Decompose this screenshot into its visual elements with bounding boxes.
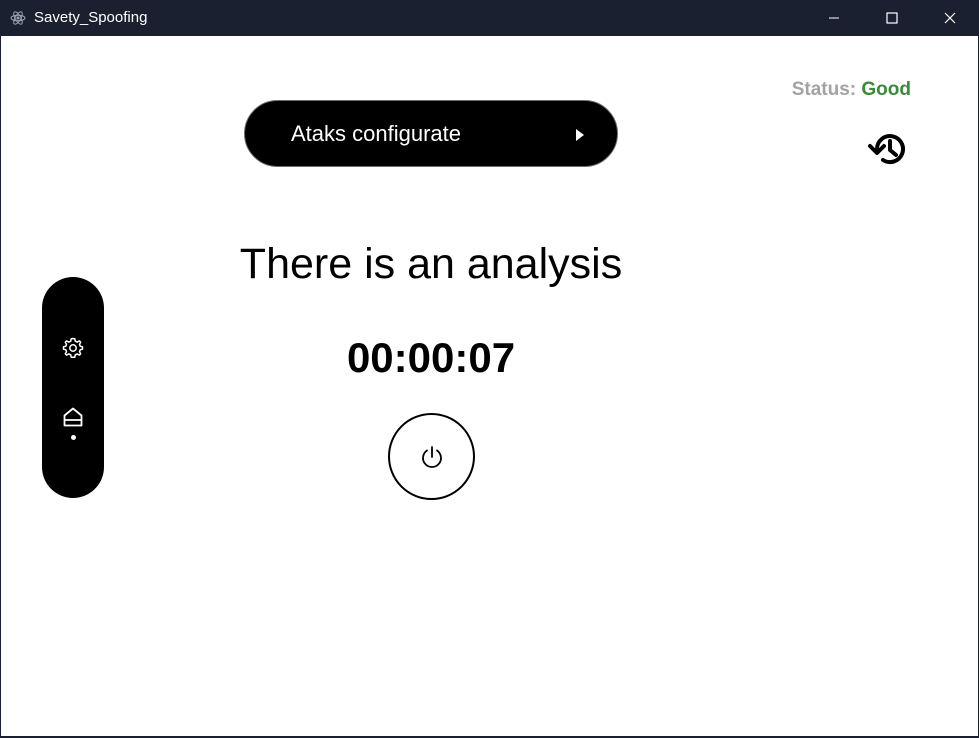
maximize-button[interactable] xyxy=(863,0,921,36)
title-bar: Savety_Spoofing xyxy=(0,0,979,36)
nav-item-home[interactable] xyxy=(61,405,85,429)
caret-right-icon xyxy=(576,129,584,141)
maximize-icon xyxy=(886,12,898,24)
status-label: Status: xyxy=(791,79,857,100)
minimize-button[interactable] xyxy=(805,0,863,36)
analysis-timer: 00:00:07 xyxy=(346,334,516,381)
ataks-configurate-button[interactable]: Ataks configurate xyxy=(244,100,618,167)
electron-icon xyxy=(10,10,26,26)
window-title: Savety_Spoofing xyxy=(34,9,148,26)
status-value: Good xyxy=(861,79,911,100)
close-icon xyxy=(944,12,956,24)
side-navigation xyxy=(42,277,104,498)
main-content: Status: Good Ataks configurate There is … xyxy=(1,36,978,736)
close-button[interactable] xyxy=(921,0,979,36)
nav-item-settings[interactable] xyxy=(61,336,85,360)
analysis-message: There is an analysis xyxy=(239,240,623,288)
active-nav-indicator xyxy=(71,435,76,440)
history-button[interactable] xyxy=(866,126,912,172)
home-icon xyxy=(63,407,83,427)
power-button[interactable] xyxy=(388,413,475,500)
status-indicator: Status: Good xyxy=(792,79,911,101)
ataks-configurate-label: Ataks configurate xyxy=(291,121,461,146)
power-icon xyxy=(421,445,442,468)
minimize-icon xyxy=(829,17,839,19)
history-icon xyxy=(868,134,905,164)
gear-icon xyxy=(62,337,84,358)
app-window: Savety_Spoofing Status: Good Ataks confi… xyxy=(0,0,979,738)
